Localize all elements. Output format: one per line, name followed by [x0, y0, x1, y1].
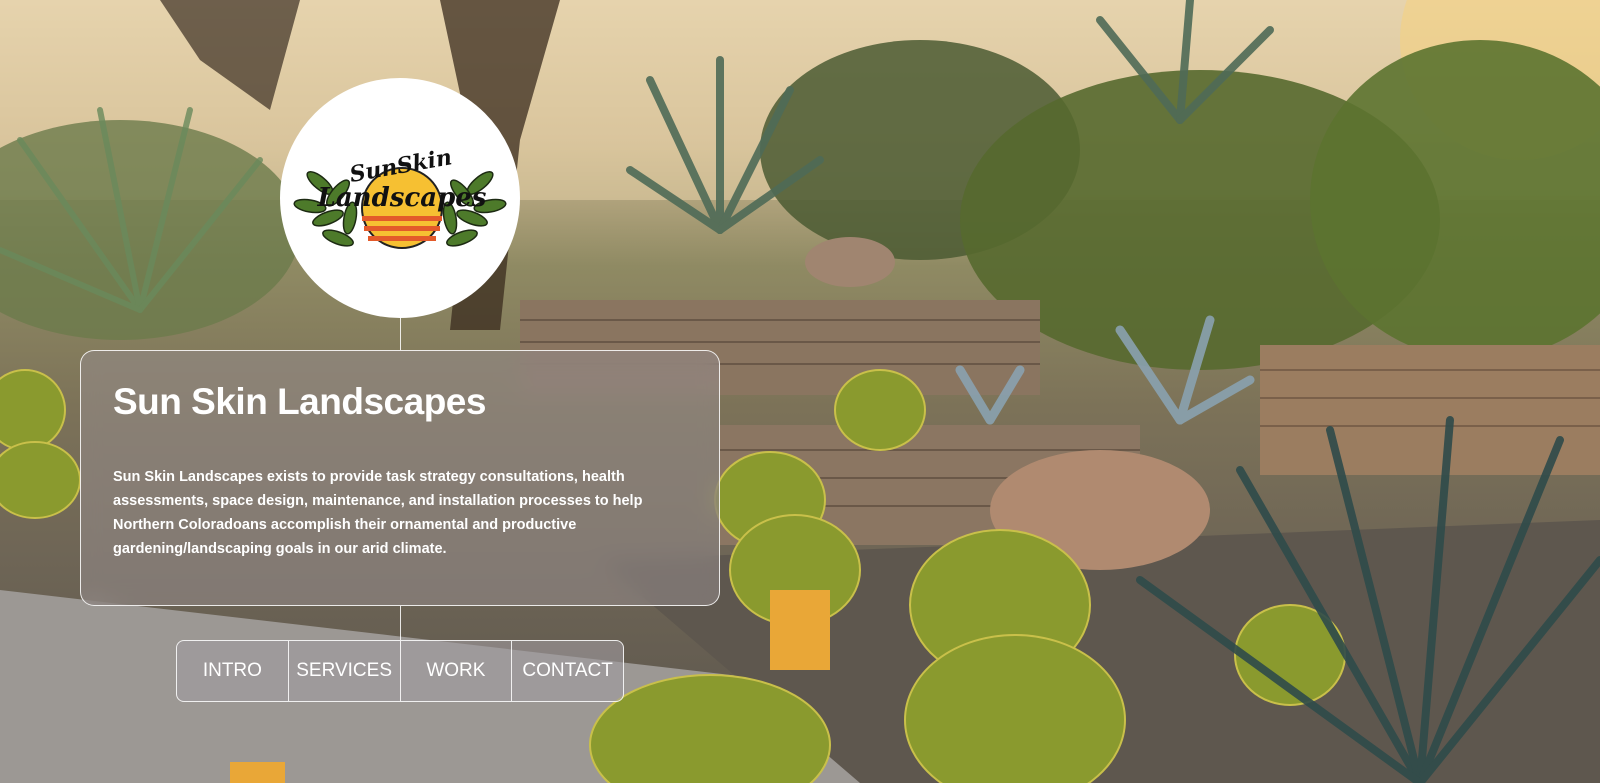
logo-text-main: Landscapes	[317, 183, 487, 213]
main-navigation: INTRO SERVICES WORK CONTACT	[176, 640, 624, 702]
nav-contact[interactable]: CONTACT	[512, 641, 623, 701]
hero-title: Sun Skin Landscapes	[113, 381, 486, 422]
nav-services[interactable]: SERVICES	[289, 641, 401, 701]
nav-intro[interactable]: INTRO	[177, 641, 289, 701]
connector-line-bottom	[400, 606, 401, 640]
sun-cactus-logo-icon: SunSkin Landscapes	[293, 144, 507, 249]
nav-work[interactable]: WORK	[401, 641, 513, 701]
hero-card: Sun Skin Landscapes Sun Skin Landscapes …	[80, 350, 720, 606]
connector-line-top	[400, 318, 401, 350]
hero-description: Sun Skin Landscapes exists to provide ta…	[113, 469, 643, 557]
brand-logo[interactable]: SunSkin Landscapes	[280, 78, 520, 318]
